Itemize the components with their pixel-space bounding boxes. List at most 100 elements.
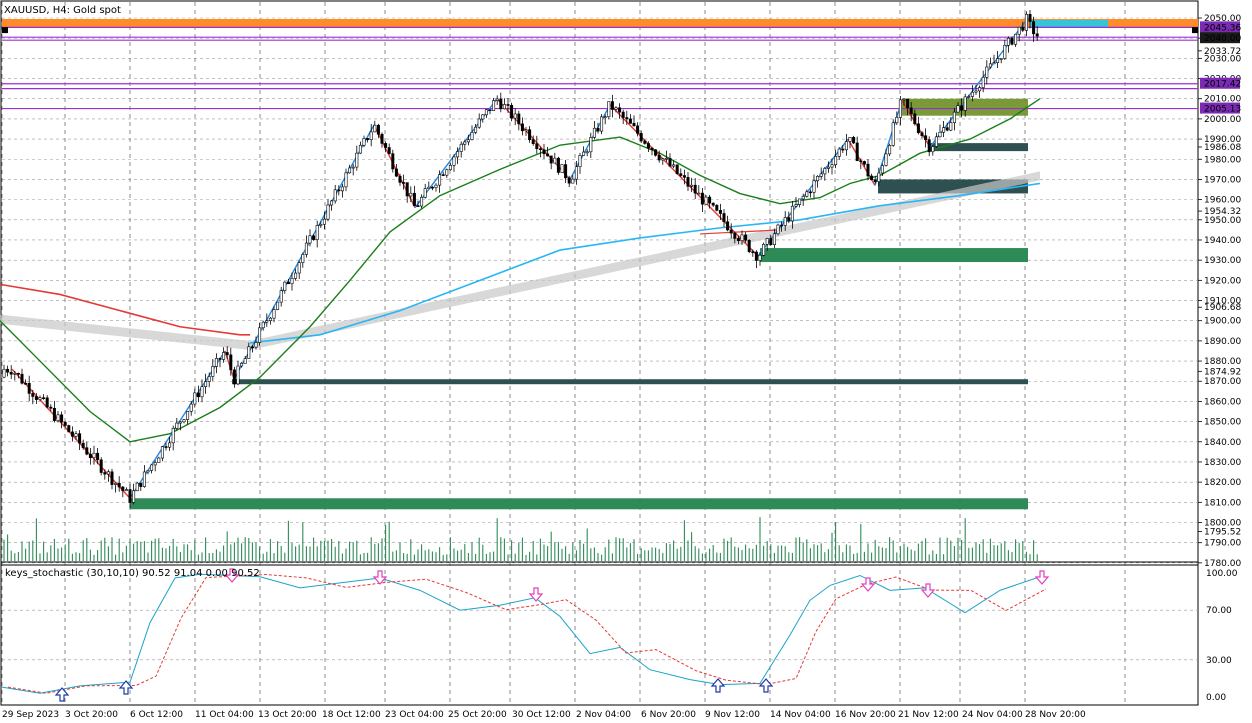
candle-body xyxy=(884,153,888,166)
candle-body xyxy=(654,149,658,156)
candle-body xyxy=(1014,33,1018,45)
chart-window[interactable]: XAUUSD, H4: Gold spot keys_stochastic (30… xyxy=(0,0,1252,723)
candle-body xyxy=(996,58,1000,63)
candle-body xyxy=(384,143,388,148)
candle-body xyxy=(812,180,816,193)
candle-body xyxy=(646,143,650,149)
candle-body xyxy=(34,396,38,400)
support-zone-3 xyxy=(130,498,1028,510)
candle-body xyxy=(736,238,740,241)
price-tag: 2005.13 xyxy=(1204,105,1241,115)
candle-body xyxy=(528,129,532,141)
price-axis-label: 1900.00 xyxy=(1204,317,1241,327)
candle-body xyxy=(445,169,449,176)
candle-body xyxy=(85,447,89,455)
candle-body xyxy=(484,109,488,116)
candle-body xyxy=(610,101,614,110)
candle-body xyxy=(837,148,841,157)
candle-body xyxy=(128,489,132,503)
candle-body xyxy=(387,147,391,154)
candle-body xyxy=(715,204,719,211)
candle-body xyxy=(459,143,463,152)
candle-body xyxy=(142,471,146,487)
price-tag: 2045.36 xyxy=(1204,23,1241,33)
candle-body xyxy=(182,419,186,423)
price-axis-label: 1920.00 xyxy=(1204,276,1241,286)
candle-body xyxy=(805,191,809,197)
candle-body xyxy=(326,204,330,220)
candle-body xyxy=(535,143,539,150)
candle-body xyxy=(664,158,668,160)
candle-body xyxy=(52,407,56,421)
candle-body xyxy=(988,63,992,68)
candle-body xyxy=(474,126,478,133)
candle-body xyxy=(873,179,877,182)
candle-body xyxy=(477,118,481,128)
candle-body xyxy=(1006,37,1010,46)
candle-body xyxy=(855,142,859,162)
candle-body xyxy=(463,141,467,145)
candle-body xyxy=(902,98,906,101)
candle-body xyxy=(697,192,701,195)
candle-body xyxy=(783,217,787,226)
candle-body xyxy=(402,182,406,184)
time-axis-label: 18 Oct 12:00 xyxy=(322,710,381,720)
candle-body xyxy=(60,414,64,423)
candle-body xyxy=(798,198,802,205)
candle-body xyxy=(859,160,863,163)
candle-body xyxy=(81,442,85,448)
candle-body xyxy=(236,365,240,385)
candle-body xyxy=(398,175,402,183)
candle-body xyxy=(1024,14,1028,31)
time-axis-label: 21 Nov 12:00 xyxy=(898,710,959,720)
candle-body xyxy=(204,381,208,387)
indicator-title: keys_stochastic (30,10,10) 90.52 91.04 0… xyxy=(5,568,260,579)
candle-body xyxy=(916,123,920,134)
candle-body xyxy=(31,393,35,397)
candle-body xyxy=(618,107,622,113)
candle-body xyxy=(420,197,424,207)
candle-body xyxy=(567,177,571,184)
candle-body xyxy=(661,158,665,161)
candle-body xyxy=(607,101,611,118)
candle-body xyxy=(895,117,899,124)
time-axis-label: 9 Nov 12:00 xyxy=(705,710,760,720)
price-axis-label: 2030.00 xyxy=(1204,54,1241,64)
candle-body xyxy=(2,368,6,378)
candle-body xyxy=(261,321,265,329)
time-axis-label: 11 Oct 04:00 xyxy=(195,710,254,720)
candle-body xyxy=(942,127,946,133)
candle-body xyxy=(481,114,485,120)
right-marker xyxy=(1192,27,1198,34)
candle-body xyxy=(200,386,204,398)
price-axis-label: 1986.08 xyxy=(1204,143,1241,153)
stoch-axis-label: 100.00 xyxy=(1206,569,1238,579)
candle-body xyxy=(265,320,269,323)
candle-body xyxy=(625,117,629,120)
candle-body xyxy=(722,213,726,223)
candle-body xyxy=(470,132,474,140)
price-axis-label: 1930.00 xyxy=(1204,256,1241,266)
candle-body xyxy=(852,136,856,144)
candle-body xyxy=(24,382,28,385)
price-axis-label: 1830.00 xyxy=(1204,458,1241,468)
candle-body xyxy=(20,373,24,384)
time-axis-label: 6 Oct 12:00 xyxy=(130,710,183,720)
candle-body xyxy=(319,223,323,226)
price-chart[interactable]: XAUUSD, H4: Gold spot keys_stochastic (30… xyxy=(0,0,1252,723)
candle-body xyxy=(348,167,352,174)
candle-body xyxy=(258,327,262,343)
price-axis-label: 1810.00 xyxy=(1204,498,1241,508)
price-axis-label: 1950.00 xyxy=(1204,216,1241,226)
candle-body xyxy=(146,470,150,473)
candle-body xyxy=(45,397,49,408)
candle-body xyxy=(189,403,193,412)
candle-body xyxy=(488,109,492,111)
candle-body xyxy=(999,58,1003,60)
candle-body xyxy=(880,165,884,174)
candle-body xyxy=(949,122,953,131)
candle-body xyxy=(891,122,895,146)
candle-body xyxy=(308,235,312,244)
candle-body xyxy=(769,238,773,246)
candle-body xyxy=(870,175,874,181)
